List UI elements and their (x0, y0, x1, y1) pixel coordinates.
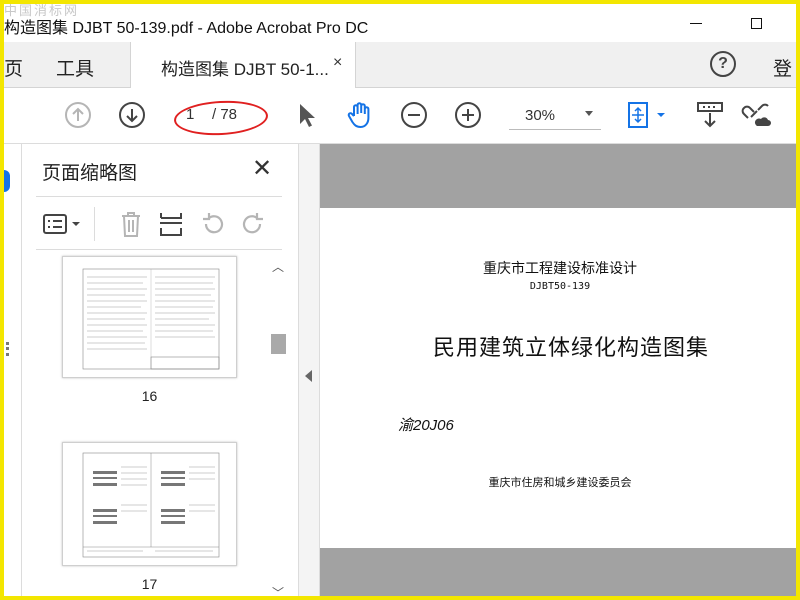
minimize-icon (690, 22, 702, 24)
pdf-page: 重庆市工程建设标准设计 DJBT50-139 民用建筑立体绿化构造图集 渝20J… (320, 208, 796, 548)
panel-title: 页面缩略图 (42, 163, 138, 184)
tab-document[interactable]: 构造图集 DJBT 50-1... × (130, 42, 356, 88)
hand-tool-icon (347, 102, 370, 128)
share-link-icon (741, 103, 771, 126)
tab-bar: 页 工具 构造图集 DJBT 50-1... × ? 登 (4, 42, 796, 88)
scroll-mode-button[interactable] (694, 99, 726, 131)
rail-more-icon[interactable] (6, 342, 9, 356)
rotate-ccw-button[interactable] (198, 209, 228, 239)
toolbar: 1 / 78 30% (4, 88, 796, 144)
thumbnail-options-button[interactable] (42, 209, 84, 239)
rotate-cw-icon (242, 213, 263, 234)
page-extract-icon (160, 213, 182, 236)
page-preview-image (82, 268, 220, 370)
page-fit-button[interactable] (624, 99, 670, 131)
left-rail (4, 144, 22, 596)
document-standard-code: DJBT50-139 (529, 281, 591, 292)
tab-home[interactable]: 页 (4, 54, 23, 81)
document-atlas-code: 渝20J06 (398, 417, 454, 434)
page-preview-image (82, 452, 220, 558)
thumbnail-page-number: 16 (141, 388, 158, 404)
title-bar: 构造图集 DJBT 50-139.pdf - Adobe Acrobat Pro… (4, 4, 796, 42)
tab-tools[interactable]: 工具 (56, 54, 94, 81)
scrollbar-thumb[interactable] (271, 334, 286, 354)
scroll-mode-icon (697, 102, 723, 128)
scroll-up-icon[interactable]: ︿ (272, 258, 284, 275)
document-issuer: 重庆市住房和城乡建设委员会 (488, 477, 632, 489)
document-view: 重庆市工程建设标准设计 DJBT50-139 民用建筑立体绿化构造图集 渝20J… (320, 144, 796, 596)
delete-page-button[interactable] (116, 209, 146, 239)
chevron-down-icon (585, 111, 593, 116)
maximize-button[interactable] (736, 10, 776, 36)
maximize-icon (750, 17, 762, 29)
zoom-out-icon (401, 102, 427, 128)
signin-link[interactable]: 登 (773, 54, 792, 81)
panel-indicator[interactable] (4, 170, 10, 192)
arrow-down-circle-icon (119, 102, 145, 128)
panel-toolbar (36, 196, 282, 250)
zoom-out-button[interactable] (398, 99, 430, 131)
document-subtitle: 重庆市工程建设标准设计 (483, 260, 637, 276)
thumbnail-scrollbar[interactable]: ︿ ﹀ (268, 258, 288, 600)
scroll-down-icon[interactable]: ﹀ (272, 584, 284, 600)
share-link-button[interactable] (740, 99, 772, 131)
rotate-ccw-icon (203, 213, 224, 234)
page-fit-icon (628, 102, 665, 128)
prev-page-button[interactable] (62, 99, 94, 131)
zoom-in-button[interactable] (452, 99, 484, 131)
hand-tool-button[interactable] (344, 99, 376, 131)
toolbar-separator (94, 207, 95, 241)
thumbnail-list: 16 17 (22, 252, 298, 596)
close-tab-icon[interactable]: × (333, 54, 342, 72)
document-tab-label: 构造图集 DJBT 50-1... (161, 60, 329, 79)
cursor-arrow-icon (300, 104, 315, 127)
arrow-up-circle-icon (65, 102, 91, 128)
collapse-panel-icon[interactable] (305, 370, 312, 382)
next-page-button[interactable] (116, 99, 148, 131)
zoom-value: 30% (525, 107, 556, 124)
list-options-icon (43, 214, 80, 234)
zoom-select[interactable]: 30% (509, 102, 601, 130)
watermark: 中国消标网 (4, 4, 80, 19)
document-title: 民用建筑立体绿化构造图集 (432, 335, 709, 360)
panel-close-icon[interactable]: ✕ (252, 154, 272, 183)
select-tool-button[interactable] (290, 99, 322, 131)
panel-splitter[interactable] (298, 144, 320, 596)
trash-icon (122, 212, 140, 237)
rotate-cw-button[interactable] (238, 209, 268, 239)
thumbnail-page[interactable] (62, 256, 237, 378)
extract-page-button[interactable] (156, 209, 186, 239)
thumbnail-page-number: 17 (141, 576, 158, 592)
thumbnail-page[interactable] (62, 442, 237, 566)
zoom-in-icon (455, 102, 481, 128)
help-icon[interactable]: ? (710, 51, 736, 77)
minimize-button[interactable] (676, 10, 716, 36)
thumbnail-panel: 页面缩略图 ✕ 16 17 ︿ ﹀ (22, 144, 298, 600)
